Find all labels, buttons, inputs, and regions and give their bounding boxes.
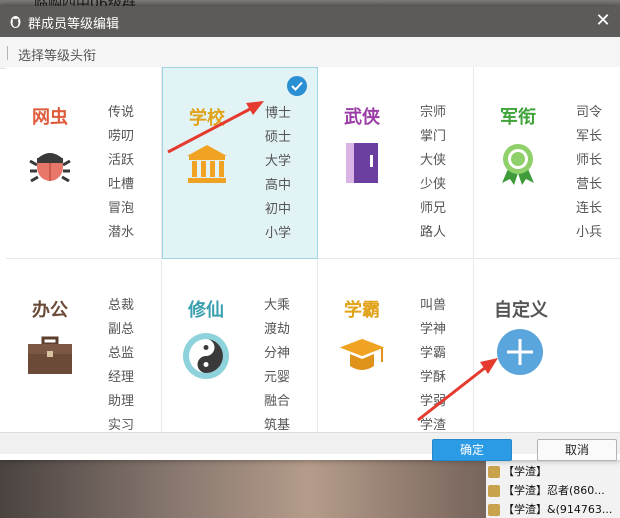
bug-icon: [29, 153, 71, 183]
category-card-xuexiao[interactable]: 学校 博士 硕士 大学 高中 初中 小学: [162, 67, 318, 259]
level-item: 小兵: [576, 225, 603, 240]
yin-yang-icon: [183, 333, 229, 379]
close-button[interactable]: ✕: [592, 10, 614, 32]
level-list: 叫兽 学神 学霸 学酥 学弱 学渣: [420, 296, 470, 439]
dialog-title: 群成员等级编辑: [28, 17, 120, 32]
category-title: 修仙: [188, 300, 224, 321]
divider: [7, 46, 8, 60]
level-item: 司令: [576, 105, 603, 120]
category-title: 办公: [32, 300, 68, 321]
level-item: 活跃: [108, 153, 135, 168]
level-item: 学霸: [420, 346, 447, 361]
level-item: 营长: [576, 177, 603, 192]
level-item: 学神: [420, 322, 447, 337]
category-title: 学校: [189, 108, 225, 129]
level-item: 掌门: [420, 129, 447, 144]
level-item: 军长: [576, 129, 603, 144]
level-item: 小学: [265, 226, 292, 241]
level-item: 博士: [265, 106, 292, 121]
level-item: 师长: [576, 153, 603, 168]
level-item: 叫兽: [420, 298, 447, 313]
category-title: 武侠: [344, 107, 380, 128]
plus-icon[interactable]: [496, 328, 544, 376]
level-list: 宗师 掌门 大侠 少侠 师兄 路人: [420, 103, 470, 247]
level-item: 师兄: [420, 201, 447, 216]
level-item: 元婴: [264, 370, 291, 385]
category-card-junxian[interactable]: 军衔 司令 军长 师长 营长 连长 小兵: [474, 67, 620, 259]
dialog-subheader: 选择等级头衔: [0, 37, 620, 69]
category-card-wangchong[interactable]: 网虫 传说 唠叨 活跃 吐槽 冒泡 潜水: [6, 67, 162, 259]
graduation-cap-icon: [339, 338, 385, 370]
level-item: 总裁: [108, 298, 135, 313]
category-title: 自定义: [494, 300, 548, 321]
level-item: 学酥: [420, 370, 447, 385]
level-item: 大侠: [420, 153, 447, 168]
list-item[interactable]: 【学渣】&(914763...: [486, 500, 620, 518]
confirm-button[interactable]: 确定: [432, 439, 512, 461]
list-item[interactable]: 【学渣】: [486, 462, 620, 481]
level-item: 初中: [265, 202, 292, 217]
level-item: 宗师: [420, 105, 447, 120]
level-item: 唠叨: [108, 129, 135, 144]
category-title: 网虫: [32, 107, 68, 128]
category-card-bangong[interactable]: 办公 总裁 副总 总监 经理 助理 实习: [6, 260, 162, 439]
level-item: 路人: [420, 225, 447, 240]
level-list: 大乘 渡劫 分神 元婴 融合 筑基: [264, 296, 314, 439]
level-item: 学弱: [420, 394, 447, 409]
medal-icon: [502, 144, 534, 185]
level-list: 总裁 副总 总监 经理 助理 实习: [108, 296, 158, 439]
level-list: 司令 军长 师长 营长 连长 小兵: [576, 103, 620, 247]
level-item: 高中: [265, 178, 292, 193]
member-badge-icon: [488, 504, 500, 516]
book-icon: [346, 143, 378, 183]
level-item: 潜水: [108, 225, 135, 240]
dialog-titlebar[interactable]: 群成员等级编辑 ✕: [0, 6, 620, 37]
level-item: 硕士: [265, 130, 292, 145]
qq-penguin-icon: [10, 16, 21, 28]
level-item: 经理: [108, 370, 135, 385]
member-badge-icon: [488, 466, 500, 478]
selected-check-icon: [287, 76, 307, 96]
subheader-label: 选择等级头衔: [18, 49, 97, 64]
list-item[interactable]: 【学渣】忍者(860...: [486, 481, 620, 500]
level-item: 总监: [108, 346, 135, 361]
category-title: 学霸: [344, 300, 380, 321]
category-title: 军衔: [500, 107, 536, 128]
category-card-xiuxian[interactable]: 修仙 大乘 渡劫 分神 元婴 融合 筑基: [162, 260, 318, 439]
title-category-grid: 网虫 传说 唠叨 活跃 吐槽 冒泡 潜水 学校 博士 硕士 大学 高中 初中 小…: [6, 67, 620, 439]
level-item: 大乘: [264, 298, 291, 313]
dialog-footer: [0, 432, 620, 454]
level-item: 分神: [264, 346, 291, 361]
cancel-button[interactable]: 取消: [537, 439, 617, 461]
level-list: 博士 硕士 大学 高中 初中 小学: [265, 104, 315, 248]
category-card-wuxia[interactable]: 武侠 宗师 掌门 大侠 少侠 师兄 路人: [318, 67, 474, 259]
level-item: 副总: [108, 322, 135, 337]
level-item: 渡劫: [264, 322, 291, 337]
briefcase-icon: [28, 336, 72, 374]
school-building-icon: [187, 145, 227, 183]
level-list: 传说 唠叨 活跃 吐槽 冒泡 潜水: [108, 103, 158, 247]
level-item: 传说: [108, 105, 135, 120]
level-item: 融合: [264, 394, 291, 409]
level-item: 吐槽: [108, 177, 135, 192]
level-item: 大学: [265, 154, 292, 169]
member-badge-icon: [488, 485, 500, 497]
level-item: 连长: [576, 201, 603, 216]
category-card-xueba[interactable]: 学霸 叫兽 学神 学霸 学酥 学弱 学渣: [318, 260, 474, 439]
level-item: 助理: [108, 394, 135, 409]
background-member-list: 【学渣】 【学渣】忍者(860... 【学渣】&(914763...: [486, 460, 620, 518]
category-card-custom[interactable]: 自定义: [474, 260, 620, 439]
level-item: 冒泡: [108, 201, 135, 216]
level-item: 少侠: [420, 177, 447, 192]
